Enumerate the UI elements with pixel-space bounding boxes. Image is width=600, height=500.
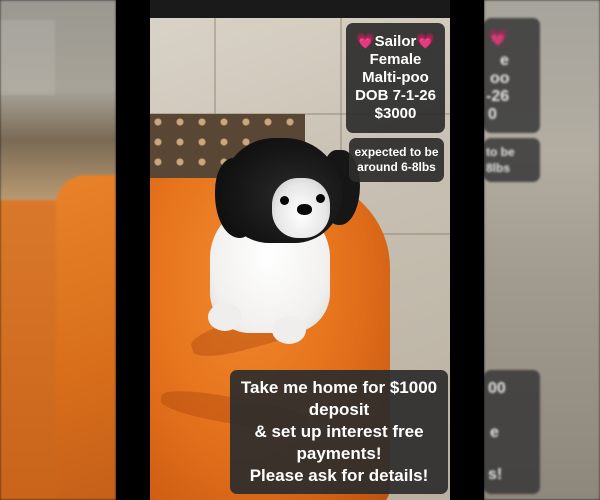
deposit-text: Take me home for $1000 — [240, 378, 438, 397]
puppy-dob: DOB 7-1-26 — [355, 87, 436, 104]
ghost-text: oo — [490, 70, 510, 87]
weight-text: expected to be — [354, 145, 439, 159]
ghost-text: -26 — [486, 88, 510, 105]
ghost-text: 8lbs — [486, 161, 511, 175]
blurred-blanket-edge — [0, 200, 56, 500]
puppy-name: 💗Sailor💗 — [355, 33, 436, 50]
right-blurred-backdrop: 💗 e oo -26 0 to be 8lbs 00 e s! — [484, 0, 600, 500]
puppy-nose — [297, 204, 312, 215]
puppy-breed: Malti-poo — [362, 69, 429, 86]
puppy-sex: Female — [369, 51, 422, 68]
weight-card: expected to be around 6-8lbs — [349, 138, 444, 182]
weight-text: around 6-8lbs — [357, 160, 436, 174]
deposit-text: payments! — [296, 444, 382, 463]
deposit-text: Please ask for details! — [249, 466, 429, 485]
deposit-text: deposit — [308, 400, 370, 419]
left-blurred-backdrop — [0, 0, 116, 500]
deposit-text: & set up interest free — [254, 422, 424, 441]
ghost-text: 0 — [488, 106, 497, 123]
ghost-text: 00 — [488, 380, 506, 397]
puppy-info-card: 💗Sailor💗 Female Malti-poo DOB 7-1-26 $30… — [346, 23, 445, 133]
left-letterbox-bar — [116, 0, 150, 500]
floor-tile-blur — [0, 20, 55, 95]
ghost-text: e — [490, 424, 499, 441]
puppy-price: $3000 — [374, 105, 417, 122]
blurred-blanket — [56, 175, 116, 500]
ghost-text: e — [500, 52, 509, 69]
ghost-text: 💗 — [488, 30, 508, 47]
deposit-card: Take me home for $1000 deposit & set up … — [230, 370, 448, 494]
puppy-eye — [316, 194, 325, 203]
right-letterbox-bar — [450, 0, 484, 500]
puppy-paw — [208, 303, 242, 331]
puppy-paw — [272, 316, 306, 344]
puppy-eye — [280, 196, 289, 205]
ghost-text: s! — [488, 466, 503, 483]
